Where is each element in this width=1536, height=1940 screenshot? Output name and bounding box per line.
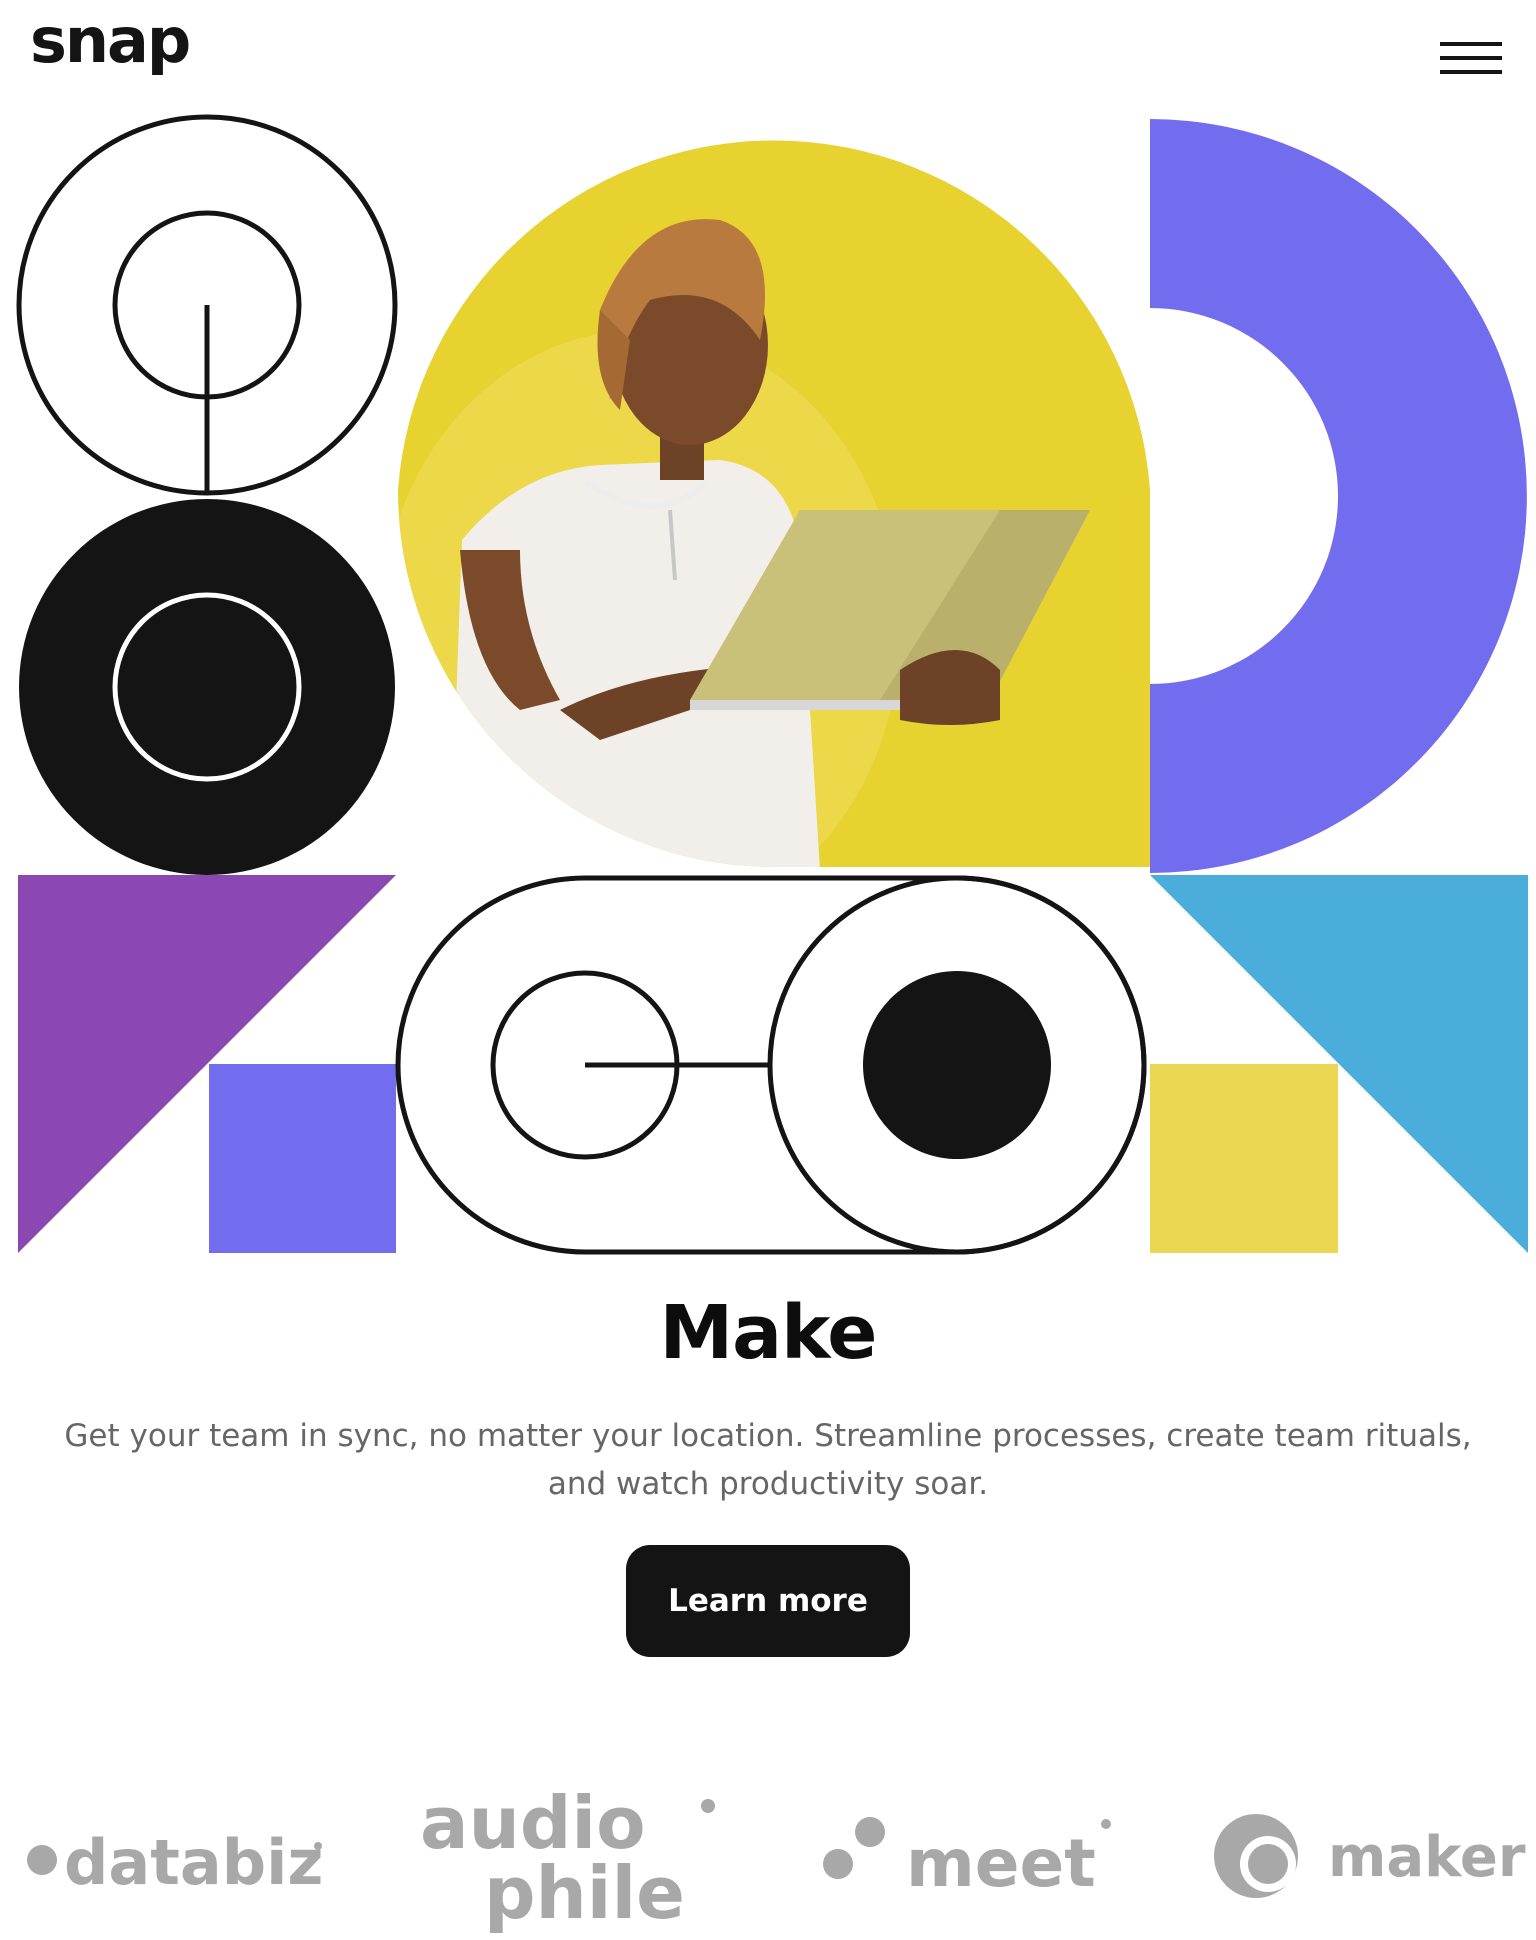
- hero-illustration: [16, 114, 1528, 1255]
- half-ring-shape: [1150, 119, 1527, 873]
- audiophile-logo-text-line2: phile: [484, 1851, 685, 1935]
- menu-line: [1440, 56, 1502, 60]
- black-circle-shape: [19, 499, 395, 875]
- meet-logo-text: meet: [906, 1825, 1096, 1902]
- yellow-square-shape: [1150, 1064, 1338, 1253]
- capsule-shape: [395, 875, 1147, 1255]
- page: snap Make Get your team in sync, no matt…: [0, 0, 1536, 1940]
- menu-line: [1440, 70, 1502, 74]
- hero-photo: [398, 140, 1150, 868]
- databiz-logo: databiz: [27, 1826, 323, 1899]
- outlined-circle-shape: [16, 114, 398, 496]
- maker-logo-text: maker: [1328, 1825, 1526, 1890]
- snap-logo[interactable]: snap: [30, 10, 191, 72]
- hero-title: Make: [659, 1290, 878, 1376]
- site-header: snap: [0, 0, 1536, 110]
- menu-line: [1440, 42, 1502, 46]
- partner-logos: databiz audio phile meet maker: [27, 1781, 1526, 1935]
- hero-description: Get your team in sync, no matter your lo…: [64, 1418, 1472, 1502]
- periwinkle-square-shape: [209, 1064, 396, 1253]
- hamburger-menu-icon[interactable]: [1436, 38, 1506, 82]
- audiophile-logo: audio phile: [420, 1781, 715, 1935]
- learn-more-button[interactable]: Learn more: [626, 1545, 910, 1657]
- databiz-logo-text: databiz: [64, 1826, 323, 1899]
- meet-logo: meet: [823, 1817, 1111, 1902]
- maker-logo: maker: [1214, 1814, 1526, 1898]
